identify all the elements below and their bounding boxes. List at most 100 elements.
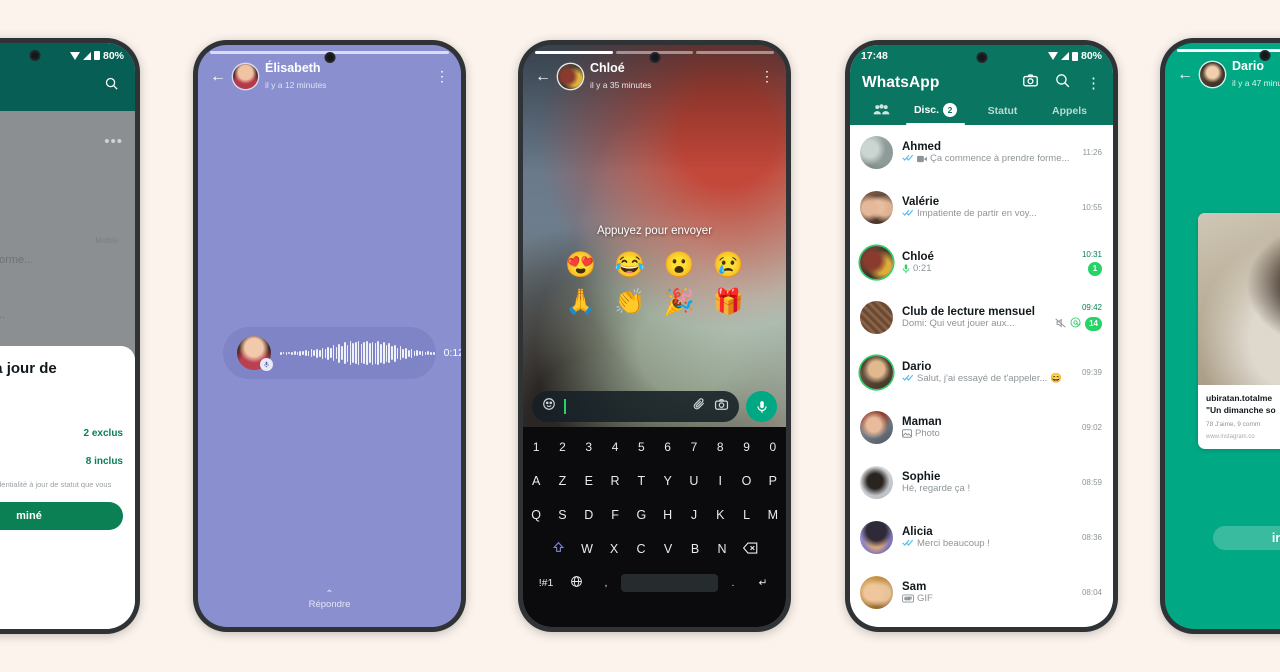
key-7[interactable]: 7	[681, 440, 707, 454]
key-g[interactable]: G	[628, 508, 654, 522]
sheet-row-exclus[interactable]: auf... 2 exclus	[0, 419, 123, 447]
avatar-dario[interactable]	[1200, 62, 1225, 87]
key-v[interactable]: V	[655, 542, 682, 556]
key-i[interactable]: I	[707, 474, 733, 488]
sheet-done-button[interactable]: miné	[0, 502, 123, 531]
composer-input-bar[interactable]	[532, 391, 739, 422]
avatar[interactable]	[860, 521, 893, 554]
key-o[interactable]: O	[733, 474, 759, 488]
spacebar-key[interactable]	[621, 574, 718, 592]
camera-icon[interactable]	[714, 397, 729, 417]
chat-list-item[interactable]: Sam GIF GIF 08:04	[850, 565, 1113, 620]
avatar-chloe[interactable]	[558, 64, 583, 90]
key-5[interactable]: 5	[628, 440, 654, 454]
key-1[interactable]: 1	[523, 440, 549, 454]
tab-appels[interactable]: Appels	[1036, 105, 1103, 125]
keyboard-row-bottom[interactable]: !#1 , . ↵	[523, 566, 786, 600]
key-k[interactable]: K	[707, 508, 733, 522]
key-6[interactable]: 6	[655, 440, 681, 454]
emoji-open-mouth[interactable]: 😮	[664, 253, 695, 278]
key-y[interactable]: Y	[655, 474, 681, 488]
avatar[interactable]	[860, 411, 893, 444]
search-icon[interactable]	[1054, 72, 1071, 94]
reply-affordance[interactable]: ⌃ Répondre	[198, 590, 461, 611]
emoji-party-popper[interactable]: 🎉	[664, 290, 695, 315]
status-link-pill[interactable]: instagram.c	[1213, 526, 1280, 550]
emoji-clap[interactable]: 👏	[614, 290, 645, 315]
period-key[interactable]: .	[718, 577, 748, 589]
key-u[interactable]: U	[681, 474, 707, 488]
symbols-key[interactable]: !#1	[531, 577, 561, 589]
emoji-smiley-icon[interactable]	[542, 397, 556, 416]
audio-waveform[interactable]	[280, 340, 435, 366]
backspace-icon[interactable]	[736, 541, 766, 557]
key-c[interactable]: C	[628, 542, 655, 556]
key-x[interactable]: X	[601, 542, 628, 556]
keyboard-row-numbers[interactable]: 1234567890	[523, 430, 786, 464]
key-z[interactable]: Z	[549, 474, 575, 488]
chat-list-item[interactable]: Sophie Hé, regarde ça ! 08:59	[850, 455, 1113, 510]
back-arrow-icon[interactable]: ←	[535, 68, 551, 85]
emoji-cry[interactable]: 😢	[713, 253, 744, 278]
key-l[interactable]: L	[733, 508, 759, 522]
avatar[interactable]	[860, 576, 893, 609]
globe-icon[interactable]	[561, 575, 591, 591]
key-j[interactable]: J	[681, 508, 707, 522]
chat-list[interactable]: Ahmed Ça commence à prendre forme... 11:26…	[850, 125, 1113, 620]
keyboard-row-2[interactable]: QSDFGHJKLM	[523, 498, 786, 532]
avatar[interactable]	[860, 136, 893, 169]
tab-statut[interactable]: Statut	[969, 105, 1036, 125]
key-8[interactable]: 8	[707, 440, 733, 454]
enter-icon[interactable]: ↵	[748, 577, 778, 589]
on-screen-keyboard[interactable]: 1234567890 AZERTYUIOP QSDFGHJKLM WXCVBN …	[523, 427, 786, 627]
kebab-menu-icon[interactable]: ⋮	[435, 68, 449, 85]
keyboard-row-1[interactable]: AZERTYUIOP	[523, 464, 786, 498]
emoji-heart-eyes[interactable]: 😍	[565, 253, 596, 278]
key-m[interactable]: M	[760, 508, 786, 522]
chat-list-item[interactable]: Alicia Merci beaucoup ! 08:36	[850, 510, 1113, 565]
back-arrow-icon[interactable]: ←	[210, 68, 226, 85]
chat-list-item[interactable]: Maman Photo 09:02	[850, 400, 1113, 455]
instagram-link-card[interactable]: ubiratan.totalme "Un dimanche so 78 J'ai…	[1198, 213, 1280, 450]
paperclip-icon[interactable]	[692, 397, 706, 416]
more-horizontal-icon[interactable]: •••	[104, 133, 123, 150]
chat-list-item[interactable]: Dario Salut, j'ai essayé de t'appeler... …	[850, 345, 1113, 400]
key-d[interactable]: D	[576, 508, 602, 522]
key-4[interactable]: 4	[602, 440, 628, 454]
key-n[interactable]: N	[709, 542, 736, 556]
key-t[interactable]: T	[628, 474, 654, 488]
key-w[interactable]: W	[574, 542, 601, 556]
back-arrow-icon[interactable]: ←	[1177, 66, 1193, 83]
chat-list-item[interactable]: Club de lecture mensuel Domi: Qui veut jo…	[850, 290, 1113, 345]
key-0[interactable]: 0	[760, 440, 786, 454]
emoji-pray[interactable]: 🙏	[565, 290, 596, 315]
shift-icon[interactable]	[544, 541, 574, 557]
key-q[interactable]: Q	[523, 508, 549, 522]
key-f[interactable]: F	[602, 508, 628, 522]
key-h[interactable]: H	[655, 508, 681, 522]
key-p[interactable]: P	[760, 474, 786, 488]
tab-communities[interactable]	[860, 103, 902, 125]
key-r[interactable]: R	[602, 474, 628, 488]
avatar[interactable]	[860, 301, 893, 334]
kebab-menu-icon[interactable]: ⋮	[760, 68, 774, 85]
key-e[interactable]: E	[576, 474, 602, 488]
chat-list-item[interactable]: Ahmed Ça commence à prendre forme... 11:26	[850, 125, 1113, 180]
voice-message-bubble[interactable]: 0:12	[223, 327, 461, 379]
tab-discussions[interactable]: Disc. 2	[902, 103, 969, 125]
kebab-menu-icon[interactable]: ⋮	[1086, 76, 1101, 91]
avatar[interactable]	[860, 356, 893, 389]
key-b[interactable]: B	[682, 542, 709, 556]
camera-icon[interactable]	[1022, 72, 1039, 94]
avatar[interactable]	[860, 191, 893, 224]
microphone-icon[interactable]	[746, 391, 777, 422]
chat-list-item[interactable]: Valérie Impatiente de partir en voy... 10:…	[850, 180, 1113, 235]
avatar[interactable]	[860, 466, 893, 499]
sheet-row-inclus[interactable]: avec... 8 inclus	[0, 447, 123, 475]
key-3[interactable]: 3	[576, 440, 602, 454]
key-s[interactable]: S	[549, 508, 575, 522]
emoji-joy[interactable]: 😂	[614, 253, 645, 278]
key-2[interactable]: 2	[549, 440, 575, 454]
avatar-elisabeth[interactable]	[233, 64, 258, 90]
key-a[interactable]: A	[523, 474, 549, 488]
